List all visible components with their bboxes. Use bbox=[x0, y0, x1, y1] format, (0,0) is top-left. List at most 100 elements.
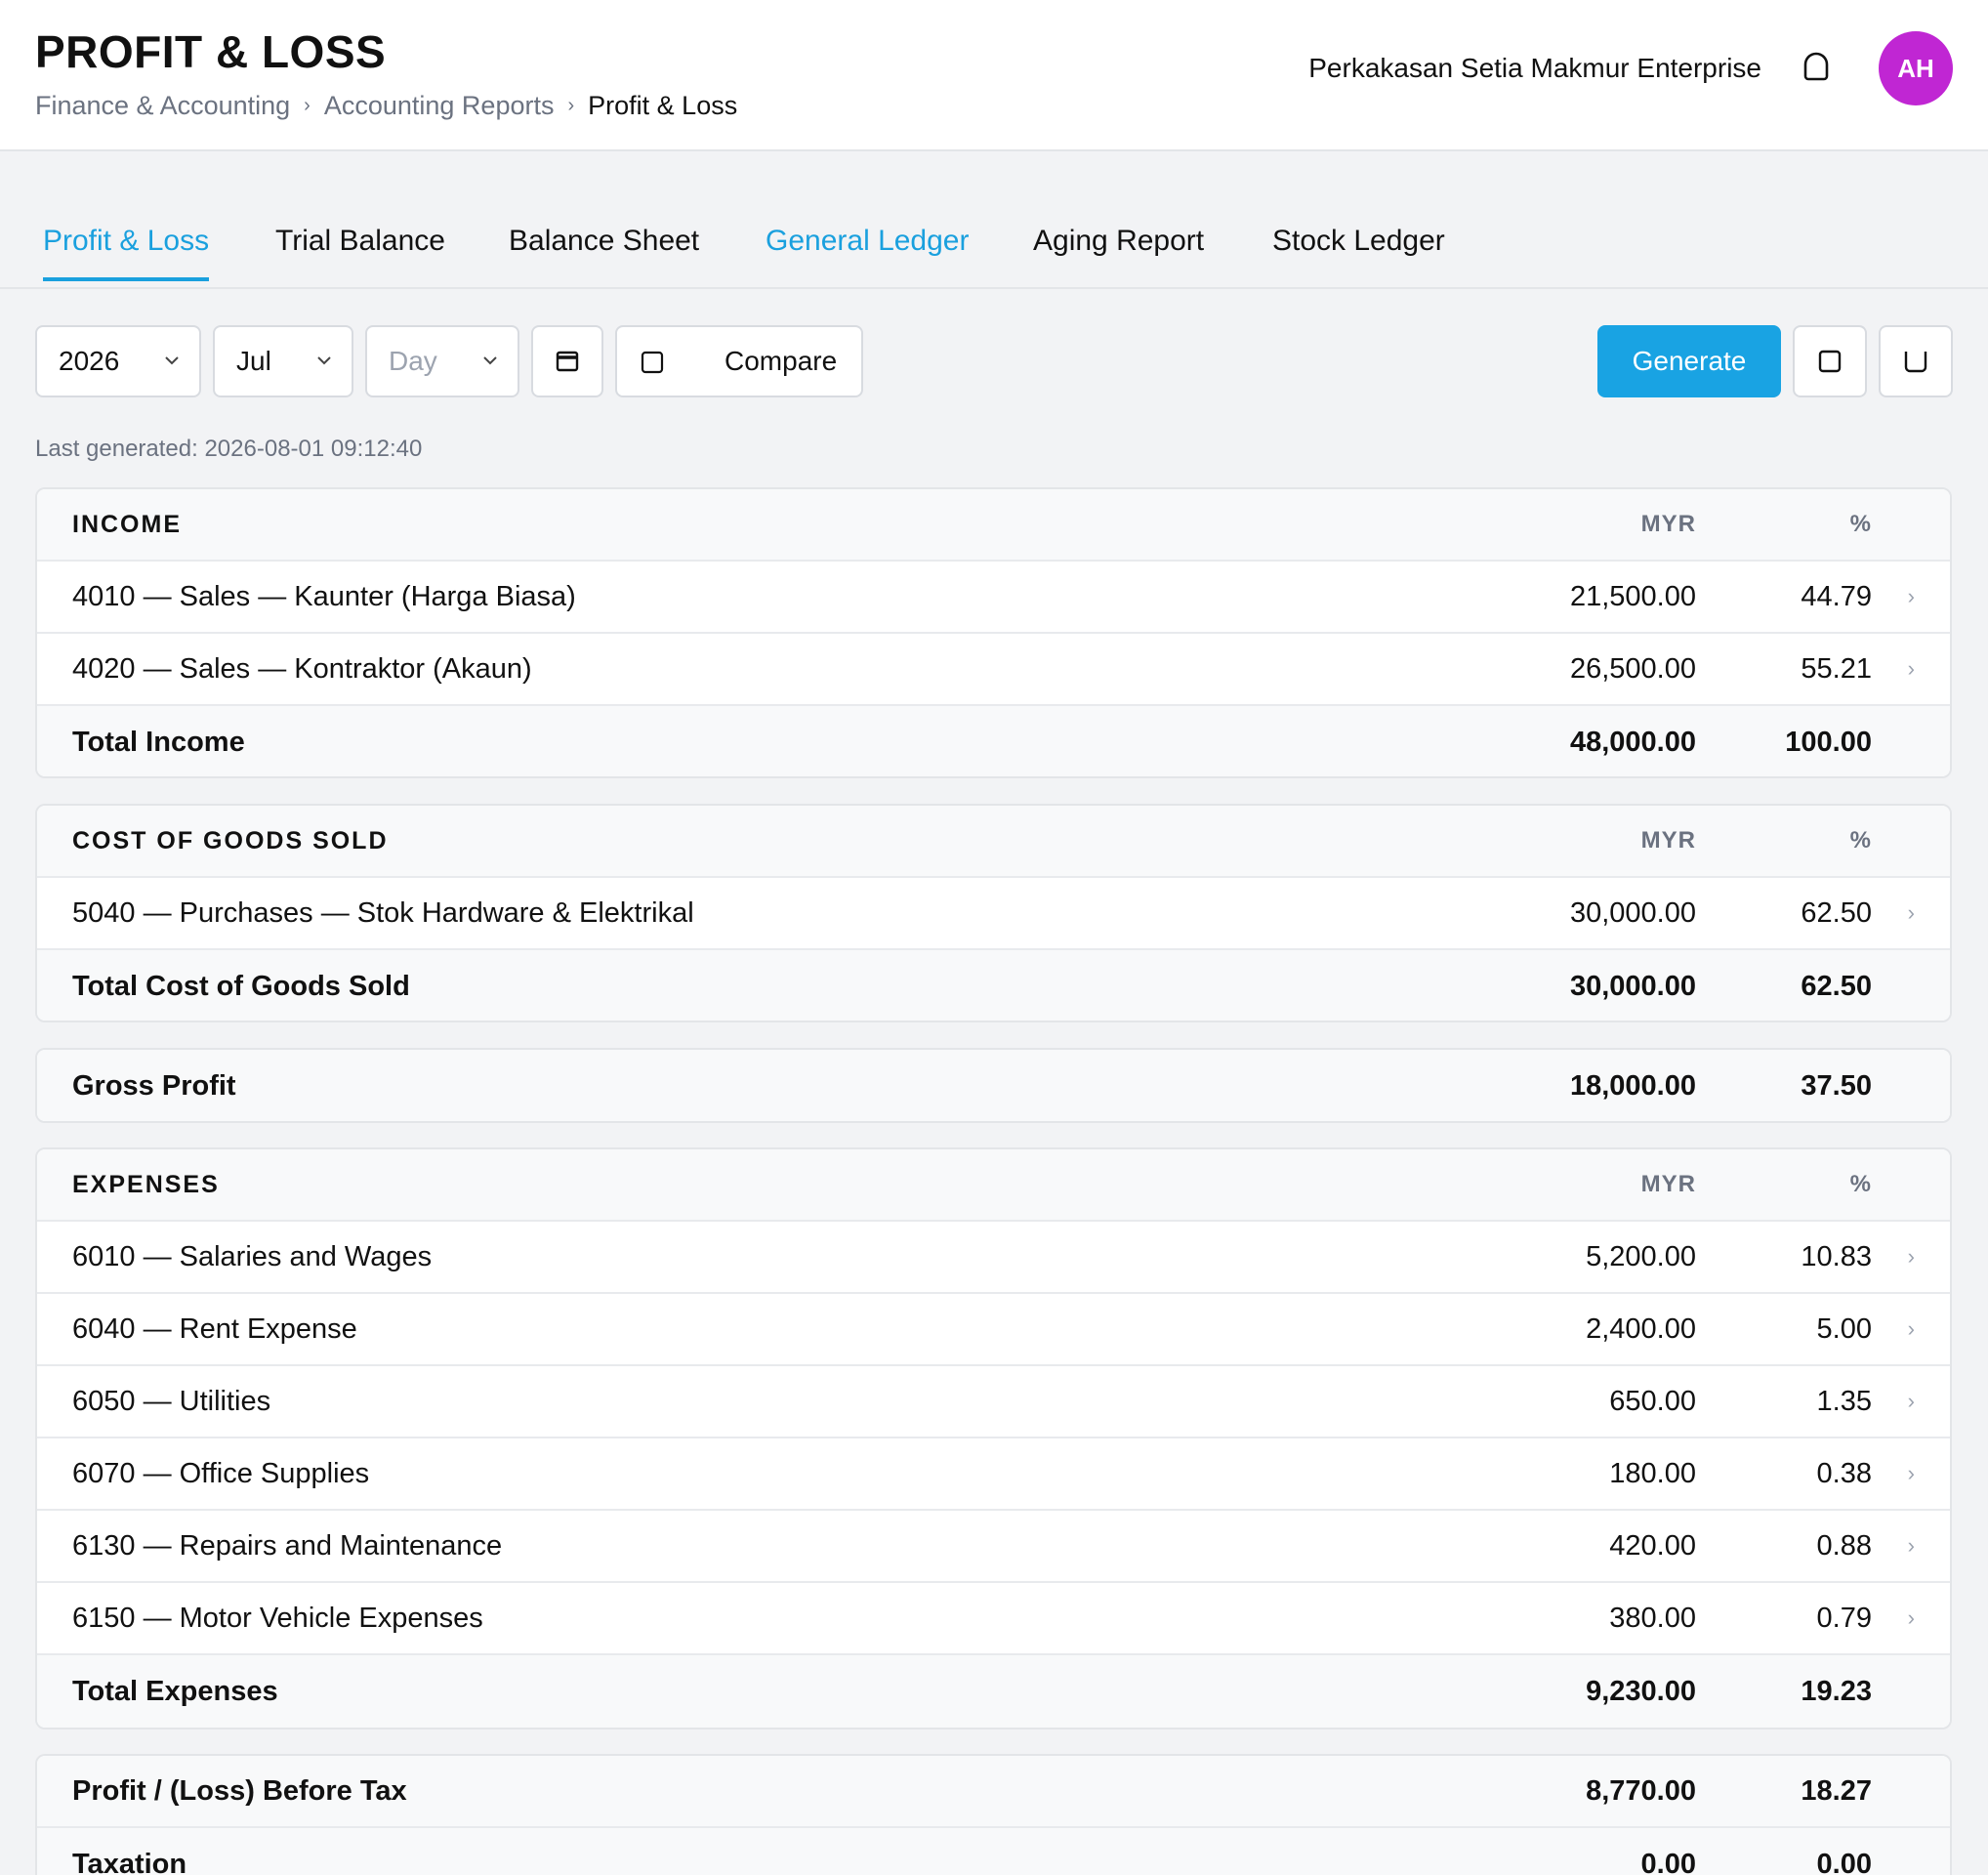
taxation-label: Taxation bbox=[72, 1848, 187, 1875]
amount-cell: 180.00 bbox=[1609, 1457, 1696, 1489]
profit-before-tax-percent: 18.27 bbox=[1801, 1774, 1872, 1807]
column-header-percent: % bbox=[1849, 511, 1872, 537]
table-row[interactable]: 6130 — Repairs and Maintenance 420.00 0.… bbox=[37, 1511, 1950, 1583]
table-row[interactable]: 6050 — Utilities 650.00 1.35 › bbox=[37, 1366, 1950, 1438]
chevron-right-icon[interactable]: › bbox=[1908, 1461, 1915, 1486]
percent-cell: 1.35 bbox=[1816, 1385, 1872, 1417]
table-row[interactable]: 6040 — Rent Expense 2,400.00 5.00 › bbox=[37, 1294, 1950, 1366]
year-value: 2026 bbox=[59, 346, 120, 376]
breadcrumb-item-finance[interactable]: Finance & Accounting bbox=[35, 91, 290, 121]
chevron-right-icon[interactable]: › bbox=[1908, 1316, 1915, 1342]
account-label: 5040 — Purchases — Stok Hardware & Elekt… bbox=[72, 896, 694, 929]
chevron-down-icon bbox=[483, 356, 497, 365]
profit-before-tax-row: Profit / (Loss) Before Tax 8,770.00 18.2… bbox=[37, 1756, 1950, 1828]
table-row[interactable]: 6010 — Salaries and Wages 5,200.00 10.83… bbox=[37, 1222, 1950, 1294]
page-header: PROFIT & LOSS Finance & Accounting › Acc… bbox=[0, 0, 1988, 151]
checkbox-icon[interactable] bbox=[641, 351, 664, 374]
taxation-percent: 0.00 bbox=[1816, 1848, 1872, 1875]
tab-balance-sheet[interactable]: Balance Sheet bbox=[509, 225, 699, 277]
total-label: Total Income bbox=[72, 726, 245, 758]
section-header: INCOME MYR % bbox=[37, 489, 1950, 562]
section-title: INCOME bbox=[72, 510, 182, 538]
total-row: Total Cost of Goods Sold 30,000.00 62.50 bbox=[37, 950, 1950, 1021]
generate-button[interactable]: Generate bbox=[1597, 325, 1781, 397]
page-title: PROFIT & LOSS bbox=[35, 26, 387, 77]
total-percent: 19.23 bbox=[1801, 1675, 1872, 1707]
month-select[interactable]: Jul bbox=[213, 325, 353, 397]
compare-toggle[interactable]: Compare bbox=[615, 325, 863, 397]
percent-cell: 55.21 bbox=[1801, 652, 1872, 685]
total-percent: 62.50 bbox=[1801, 970, 1872, 1002]
breadcrumb-separator-icon: › bbox=[567, 95, 575, 116]
company-name: Perkakasan Setia Makmur Enterprise bbox=[1308, 53, 1761, 83]
column-header-percent: % bbox=[1849, 1171, 1872, 1197]
section-title: COST OF GOODS SOLD bbox=[72, 826, 389, 854]
amount-cell: 650.00 bbox=[1609, 1385, 1696, 1417]
gross-profit-row: Gross Profit 18,000.00 37.50 bbox=[37, 1050, 1950, 1121]
account-label: 4020 — Sales — Kontraktor (Akaun) bbox=[72, 652, 532, 685]
day-select[interactable]: Day bbox=[365, 325, 519, 397]
breadcrumb-item-reports[interactable]: Accounting Reports bbox=[324, 91, 555, 121]
cup-icon bbox=[1904, 352, 1927, 373]
print-button[interactable] bbox=[1879, 325, 1953, 397]
tab-stock-ledger[interactable]: Stock Ledger bbox=[1272, 225, 1445, 277]
breadcrumb-item-current: Profit & Loss bbox=[588, 91, 738, 120]
account-label: 4010 — Sales — Kaunter (Harga Biasa) bbox=[72, 580, 576, 612]
chevron-right-icon[interactable]: › bbox=[1908, 1244, 1915, 1270]
account-label: 6150 — Motor Vehicle Expenses bbox=[72, 1602, 483, 1634]
table-row[interactable]: 6070 — Office Supplies 180.00 0.38 › bbox=[37, 1438, 1950, 1511]
table-row[interactable]: 4020 — Sales — Kontraktor (Akaun) 26,500… bbox=[37, 634, 1950, 706]
year-select[interactable]: 2026 bbox=[35, 325, 201, 397]
total-amount: 30,000.00 bbox=[1569, 970, 1696, 1002]
month-value: Jul bbox=[236, 346, 271, 376]
amount-cell: 30,000.00 bbox=[1569, 896, 1696, 929]
chevron-right-icon[interactable]: › bbox=[1908, 1389, 1915, 1414]
report-tabs: Profit & Loss Trial Balance Balance Shee… bbox=[0, 195, 1988, 289]
amount-cell: 2,400.00 bbox=[1586, 1312, 1696, 1345]
breadcrumb-separator-icon: › bbox=[304, 95, 311, 116]
breadcrumb: Finance & Accounting › Accounting Report… bbox=[35, 91, 737, 121]
table-row[interactable]: 4010 — Sales — Kaunter (Harga Biasa) 21,… bbox=[37, 562, 1950, 634]
table-row[interactable]: 6150 — Motor Vehicle Expenses 380.00 0.7… bbox=[37, 1583, 1950, 1655]
amount-cell: 26,500.00 bbox=[1569, 652, 1696, 685]
amount-cell: 380.00 bbox=[1609, 1602, 1696, 1634]
column-header-amount: MYR bbox=[1640, 827, 1696, 854]
total-row: Total Expenses 9,230.00 19.23 bbox=[37, 1655, 1950, 1728]
calendar-icon bbox=[556, 351, 579, 372]
percent-cell: 0.88 bbox=[1816, 1529, 1872, 1562]
total-amount: 48,000.00 bbox=[1569, 726, 1696, 758]
account-label: 6130 — Repairs and Maintenance bbox=[72, 1529, 503, 1562]
percent-cell: 0.38 bbox=[1816, 1457, 1872, 1489]
account-label: 6040 — Rent Expense bbox=[72, 1312, 357, 1345]
bell-icon[interactable] bbox=[1801, 51, 1832, 84]
account-label: 6010 — Salaries and Wages bbox=[72, 1240, 433, 1272]
chevron-right-icon[interactable]: › bbox=[1908, 1533, 1915, 1559]
column-header-percent: % bbox=[1849, 827, 1872, 854]
percent-cell: 5.00 bbox=[1816, 1312, 1872, 1345]
taxation-row: Taxation 0.00 0.00 bbox=[37, 1828, 1950, 1875]
avatar[interactable]: AH bbox=[1879, 31, 1953, 105]
profit-before-tax-label: Profit / (Loss) Before Tax bbox=[72, 1774, 407, 1807]
tab-profit-loss[interactable]: Profit & Loss bbox=[43, 225, 210, 281]
total-label: Total Cost of Goods Sold bbox=[72, 970, 410, 1002]
table-row[interactable]: 5040 — Purchases — Stok Hardware & Elekt… bbox=[37, 878, 1950, 950]
income-section: INCOME MYR % 4010 — Sales — Kaunter (Har… bbox=[35, 487, 1952, 778]
amount-cell: 420.00 bbox=[1609, 1529, 1696, 1562]
chevron-right-icon[interactable]: › bbox=[1908, 900, 1915, 926]
account-label: 6050 — Utilities bbox=[72, 1385, 271, 1417]
profit-before-tax-section: Profit / (Loss) Before Tax 8,770.00 18.2… bbox=[35, 1754, 1952, 1875]
section-header: COST OF GOODS SOLD MYR % bbox=[37, 806, 1950, 878]
gross-profit-label: Gross Profit bbox=[72, 1069, 236, 1102]
tab-general-ledger[interactable]: General Ledger bbox=[766, 225, 969, 277]
tab-trial-balance[interactable]: Trial Balance bbox=[275, 225, 445, 277]
export-button[interactable] bbox=[1793, 325, 1867, 397]
chevron-right-icon[interactable]: › bbox=[1908, 584, 1915, 609]
account-label: 6070 — Office Supplies bbox=[72, 1457, 370, 1489]
tab-aging-report[interactable]: Aging Report bbox=[1033, 225, 1204, 277]
percent-cell: 62.50 bbox=[1801, 896, 1872, 929]
percent-cell: 10.83 bbox=[1801, 1240, 1872, 1272]
chevron-right-icon[interactable]: › bbox=[1908, 1605, 1915, 1631]
column-header-amount: MYR bbox=[1640, 511, 1696, 537]
date-picker-button[interactable] bbox=[531, 325, 603, 397]
chevron-right-icon[interactable]: › bbox=[1908, 656, 1915, 682]
